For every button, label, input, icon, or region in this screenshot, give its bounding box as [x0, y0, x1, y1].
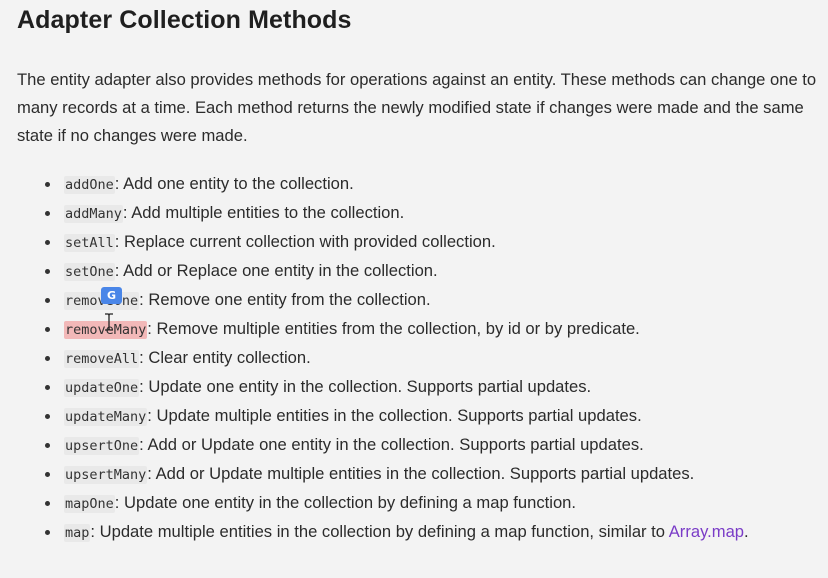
method-description: : Remove multiple entities from the coll…	[147, 319, 640, 338]
list-item-setall: setAll: Replace current collection with …	[0, 228, 828, 257]
bullet-icon	[45, 385, 50, 390]
method-description: : Add one entity to the collection.	[114, 174, 354, 193]
intro-paragraph: The entity adapter also provides methods…	[17, 70, 817, 145]
bullet-icon	[45, 211, 50, 216]
list-item-addone: addOne: Add one entity to the collection…	[0, 170, 828, 199]
bullet-icon	[45, 443, 50, 448]
bullet-icon	[45, 501, 50, 506]
bullet-icon	[45, 182, 50, 187]
list-item-setone: setOne: Add or Replace one entity in the…	[0, 257, 828, 286]
bullet-icon	[45, 472, 50, 477]
method-name: updateOne	[64, 379, 140, 397]
text-cursor-icon	[105, 313, 113, 331]
method-name: addOne	[64, 176, 115, 194]
method-description: : Add multiple entities to the collectio…	[122, 203, 405, 222]
page-title: Adapter Collection Methods	[17, 6, 352, 34]
method-name: setOne	[64, 263, 115, 281]
list-item-upsertone: upsertOne: Add or Update one entity in t…	[0, 431, 828, 460]
method-description: : Remove one entity from the collection.	[139, 290, 431, 309]
method-name: upsertOne	[64, 437, 140, 455]
bullet-icon	[45, 269, 50, 274]
array-map-link[interactable]: Array.map	[669, 522, 744, 541]
method-description: : Update multiple entities in the collec…	[147, 406, 642, 425]
list-item-removeone: removeOne: Remove one entity from the co…	[0, 286, 828, 315]
list-item-addmany: addMany: Add multiple entities to the co…	[0, 199, 828, 228]
method-name: updateMany	[64, 408, 148, 426]
list-item-removemany: removeMany: Remove multiple entities fro…	[0, 315, 828, 344]
method-description: : Add or Update multiple entities in the…	[147, 464, 695, 483]
list-item-updateone: updateOne: Update one entity in the coll…	[0, 373, 828, 402]
list-item-removeall: removeAll: Clear entity collection.	[0, 344, 828, 373]
cursor-badge-icon: G	[101, 287, 122, 304]
bullet-icon	[45, 327, 50, 332]
method-description: : Clear entity collection.	[139, 348, 311, 367]
method-description: : Replace current collection with provid…	[114, 232, 496, 251]
method-description: : Add or Update one entity in the collec…	[139, 435, 644, 454]
method-description: : Update one entity in the collection. S…	[139, 377, 592, 396]
bullet-icon	[45, 298, 50, 303]
method-name: addMany	[64, 205, 123, 223]
method-name: map	[64, 524, 91, 542]
method-description: : Add or Replace one entity in the colle…	[114, 261, 438, 280]
bullet-icon	[45, 356, 50, 361]
method-name: removeAll	[64, 350, 140, 368]
method-name: setAll	[64, 234, 115, 252]
method-list: addOne: Add one entity to the collection…	[0, 170, 828, 547]
trailing-period: .	[744, 522, 749, 541]
list-item-mapone: mapOne: Update one entity in the collect…	[0, 489, 828, 518]
method-name: upsertMany	[64, 466, 148, 484]
list-item-map: map: Update multiple entities in the col…	[0, 518, 804, 547]
list-item-upsertmany: upsertMany: Add or Update multiple entit…	[0, 460, 828, 489]
bullet-icon	[45, 530, 50, 535]
method-description: : Update multiple entities in the collec…	[90, 522, 669, 541]
method-description: : Update one entity in the collection by…	[114, 493, 577, 512]
bullet-icon	[45, 414, 50, 419]
bullet-icon	[45, 240, 50, 245]
list-item-updatemany: updateMany: Update multiple entities in …	[0, 402, 828, 431]
method-name: mapOne	[64, 495, 115, 513]
